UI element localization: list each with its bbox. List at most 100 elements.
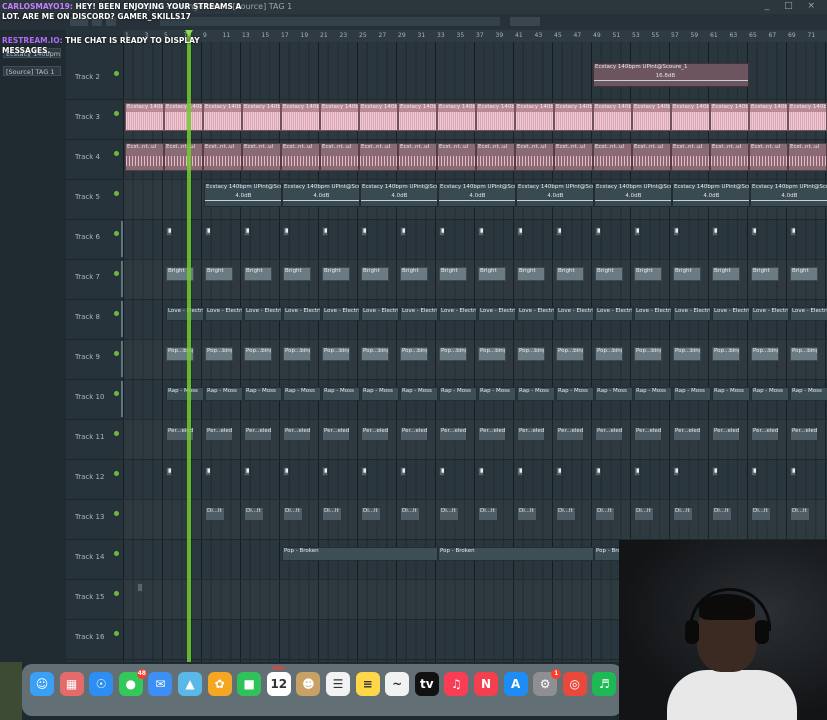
playlist-clip[interactable]: Ecstacy 140bpm UPint@Scoure_1 4.0dB bbox=[438, 183, 516, 207]
track-lane[interactable]: Pop...bing Pop...bing Pop...bing Pop...bing… bbox=[123, 339, 827, 380]
playlist-clip[interactable]: Ecstacy 140bpm UPint@Scoure_1 bbox=[788, 103, 827, 131]
track-mute-led[interactable] bbox=[114, 71, 119, 76]
playlist-clip[interactable]: Love - Electric bbox=[166, 307, 204, 321]
playlist-clip[interactable]: ■ bbox=[673, 467, 679, 476]
playlist-clip[interactable]: ■ bbox=[205, 227, 211, 236]
playlist-clip[interactable]: Rap - Moss bbox=[712, 387, 750, 401]
playlist-clip[interactable]: Bright bbox=[205, 267, 233, 281]
playlist-clip[interactable]: Ecstacy 140bpm UPint@Scoure_1 bbox=[242, 103, 281, 131]
playlist-clip[interactable]: Love - Electric bbox=[712, 307, 750, 321]
track-mute-led[interactable] bbox=[114, 471, 119, 476]
playlist-clip[interactable]: Per...eled bbox=[751, 427, 779, 441]
track-mute-led[interactable] bbox=[114, 591, 119, 596]
playlist-clip[interactable]: ■ bbox=[322, 227, 328, 236]
playlist-clip[interactable]: Ecst..nt..ul bbox=[710, 143, 749, 171]
playlist-clip[interactable]: ■ bbox=[673, 227, 679, 236]
playlist-clip[interactable]: Love - Electric bbox=[205, 307, 243, 321]
playlist-clip[interactable]: ■ bbox=[634, 227, 640, 236]
playlist-clip[interactable]: Ecst..nt..ul bbox=[788, 143, 827, 171]
playlist-clip[interactable]: Per...eled bbox=[244, 427, 272, 441]
track-header[interactable]: Track 2 bbox=[66, 59, 123, 100]
playlist-clip[interactable]: Ecstacy 140bpm UPint@Scoure_1 bbox=[164, 103, 203, 131]
playlist-clip[interactable]: ■ bbox=[478, 467, 484, 476]
playlist-clip[interactable]: ■ bbox=[322, 467, 328, 476]
playlist-clip[interactable]: Di...lt bbox=[478, 507, 498, 521]
playlist-clip[interactable]: Ecstacy 140bpm UPint@Scoure_1 bbox=[515, 103, 554, 131]
playlist-clip[interactable]: Di...lt bbox=[517, 507, 537, 521]
playlist-clip[interactable]: Di...lt bbox=[790, 507, 810, 521]
playlist-clip[interactable]: Pop...bing bbox=[790, 347, 818, 361]
playlist-clip[interactable]: ■ bbox=[712, 227, 718, 236]
track-mute-led[interactable] bbox=[114, 431, 119, 436]
playlist-clip[interactable]: Bright bbox=[400, 267, 428, 281]
playlist-clip[interactable]: Di...lt bbox=[322, 507, 342, 521]
track-lane[interactable]: ■ ■ ■ ■ ■ ■ ■ ■ ■ ■ ■ ■ ■ ■ ■ ■ ■ bbox=[123, 459, 827, 500]
track-lane[interactable]: Ecst..nt..ul Ecst..nt..ul Ecst..nt..ul Ecst… bbox=[123, 139, 827, 180]
playlist-clip[interactable]: Love - Electric bbox=[751, 307, 789, 321]
app-store-icon[interactable]: A bbox=[503, 672, 528, 696]
playlist-clip[interactable]: Rap - Moss bbox=[439, 387, 477, 401]
playlist-clip[interactable]: Pop...bing bbox=[517, 347, 545, 361]
playlist-clip[interactable]: Pop...bing bbox=[751, 347, 779, 361]
playlist-clip[interactable]: Ecstacy 140bpm UPint@Scoure_1 bbox=[476, 103, 515, 131]
reminders-icon[interactable]: ☰ bbox=[326, 672, 350, 696]
calendar-icon[interactable]: 12 NOV bbox=[266, 666, 291, 696]
playlist-clip[interactable]: Di...lt bbox=[712, 507, 732, 521]
playlist-clip[interactable]: Per...eled bbox=[322, 427, 350, 441]
picker-item-pattern[interactable]: [Source] TAG 1 bbox=[3, 66, 61, 76]
track-lane[interactable]: Love - Electric Love - Electric Love - Ele… bbox=[123, 299, 827, 340]
playlist-clip[interactable]: Ecst..nt..ul bbox=[359, 143, 398, 171]
playlist-clip[interactable]: Pop...bing bbox=[439, 347, 467, 361]
playlist-clip[interactable]: Di...lt bbox=[400, 507, 420, 521]
contacts-icon[interactable]: ☻ bbox=[296, 672, 321, 696]
playlist-clip[interactable]: Ecstacy 140bpm UPint@Scoure_1 4.0dB bbox=[282, 183, 360, 207]
notes-icon[interactable]: ≡ bbox=[355, 672, 380, 696]
playlist-clip[interactable]: ■ bbox=[556, 227, 562, 236]
facetime-icon[interactable]: ■ bbox=[237, 672, 262, 696]
playlist-clip[interactable]: Rap - Moss bbox=[283, 387, 321, 401]
track-header[interactable]: Track 9 bbox=[66, 339, 123, 380]
playlist-clip[interactable]: Love - Electric bbox=[322, 307, 360, 321]
news-icon[interactable]: N bbox=[474, 672, 498, 696]
playlist-clip[interactable]: Rap - Moss bbox=[790, 387, 827, 401]
playlist-clip[interactable]: ■ bbox=[790, 467, 796, 476]
playlist-clip[interactable]: Bright bbox=[712, 267, 740, 281]
track-lane[interactable]: ■ ■ ■ ■ ■ ■ ■ ■ ■ ■ ■ ■ ■ ■ ■ ■ ■ bbox=[123, 219, 827, 260]
track-header[interactable]: Track 13 bbox=[66, 499, 123, 540]
playlist-clip[interactable]: Love - Electric bbox=[439, 307, 477, 321]
playlist-clip[interactable]: Pop...bing bbox=[634, 347, 662, 361]
track-lane[interactable]: Per...eled Per...eled Per...eled Per...eled… bbox=[123, 419, 827, 460]
playlist-clip[interactable]: Pop - Broken bbox=[438, 547, 594, 561]
playlist-clip[interactable]: Rap - Moss bbox=[244, 387, 282, 401]
playlist-clip[interactable]: Love - Electric bbox=[556, 307, 594, 321]
playlist-clip[interactable]: Ecst..nt..ul bbox=[671, 143, 710, 171]
playlist-clip[interactable]: ■ bbox=[790, 227, 796, 236]
playlist-clip[interactable]: Ecstacy 140bpm UPint@Scoure_1 bbox=[320, 103, 359, 131]
playlist-clip[interactable]: Ecstacy 140bpm UPint@Scoure_1 bbox=[554, 103, 593, 131]
track-mute-led[interactable] bbox=[114, 271, 119, 276]
playlist-clip[interactable]: Bright bbox=[478, 267, 506, 281]
playlist-clip[interactable]: Bright bbox=[751, 267, 779, 281]
playlist-clip[interactable]: Di...lt bbox=[361, 507, 381, 521]
playlist-clip[interactable]: ■ bbox=[439, 467, 445, 476]
playlist-clip[interactable]: Di...lt bbox=[556, 507, 576, 521]
track-mute-led[interactable] bbox=[114, 391, 119, 396]
playlist-clip[interactable] bbox=[137, 583, 143, 592]
track-mute-led[interactable] bbox=[114, 511, 119, 516]
safari-icon[interactable]: ☉ bbox=[89, 672, 114, 696]
playlist-clip[interactable]: Bright bbox=[790, 267, 818, 281]
playlist-clip[interactable]: Pop...bing bbox=[673, 347, 701, 361]
playlist-clip[interactable]: Ecst..nt..ul bbox=[593, 143, 632, 171]
playlist-clip[interactable]: ■ bbox=[556, 467, 562, 476]
playlist-clip[interactable]: Ecst..nt..ul bbox=[125, 143, 164, 171]
playlist-clip[interactable]: ■ bbox=[361, 467, 367, 476]
playlist-clip[interactable]: Rap - Moss bbox=[322, 387, 360, 401]
playlist-clip[interactable]: Bright bbox=[673, 267, 701, 281]
playlist-clip[interactable]: Ecst..nt..ul bbox=[203, 143, 242, 171]
photos-icon[interactable]: ✿ bbox=[207, 672, 232, 696]
playlist-clip[interactable]: Ecstacy 140bpm UPint@Scoure_1 bbox=[749, 103, 788, 131]
track-mute-led[interactable] bbox=[114, 631, 119, 636]
playlist-clip[interactable]: Bright bbox=[244, 267, 272, 281]
playlist-clip[interactable]: ■ bbox=[361, 227, 367, 236]
settings-icon[interactable]: ⚙ 1 bbox=[533, 669, 562, 696]
